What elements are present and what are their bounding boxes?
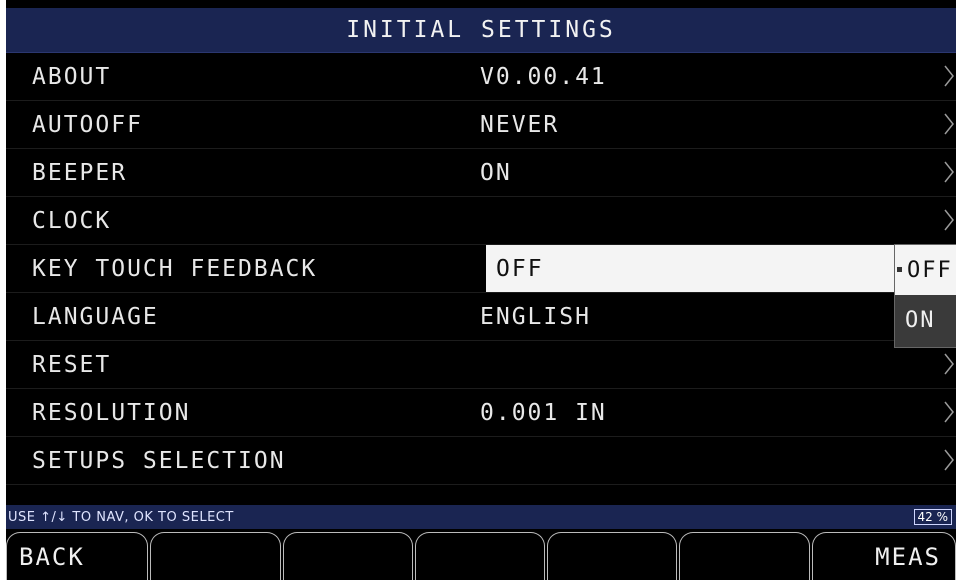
menu-item-value[interactable]: OFF (496, 256, 544, 282)
menu-item-about[interactable]: ABOUT V0.00.41 (6, 53, 956, 101)
softkey-5[interactable] (547, 532, 678, 580)
menu-item-setups-selection[interactable]: SETUPS SELECTION (6, 437, 956, 485)
softkey-3[interactable] (282, 532, 413, 580)
menu-item-beeper[interactable]: BEEPER ON (6, 149, 956, 197)
menu-item-label: AUTOOFF (32, 111, 143, 138)
dropdown-option-off[interactable]: OFF (895, 245, 956, 295)
device-screen: INITIAL SETTINGS ABOUT V0.00.41 AUTOOFF … (6, 0, 956, 580)
option-dropdown: OFF ON (894, 244, 956, 348)
menu-item-value: ENGLISH (480, 303, 591, 330)
selected-value-highlight (486, 245, 894, 292)
softkey-6[interactable] (679, 532, 810, 580)
menu-item-resolution[interactable]: RESOLUTION 0.001 IN (6, 389, 956, 437)
dropdown-option-label: ON (905, 307, 936, 333)
menu-item-reset[interactable]: RESET (6, 341, 956, 389)
back-softkey[interactable]: BACK (6, 532, 149, 580)
chevron-right-icon (944, 449, 954, 471)
meas-softkey[interactable]: MEAS (811, 532, 956, 580)
menu-item-label: SETUPS SELECTION (32, 447, 286, 474)
chevron-right-icon (944, 65, 954, 87)
menu-item-value: ON (480, 159, 512, 186)
menu-item-label: RESET (32, 351, 112, 378)
chevron-right-icon (944, 353, 954, 375)
page-title: INITIAL SETTINGS (6, 8, 956, 53)
menu-item-label: BEEPER (32, 159, 128, 186)
menu-item-clock[interactable]: CLOCK (6, 197, 956, 245)
menu-item-key-touch-feedback[interactable]: KEY TOUCH FEEDBACK OFF (6, 245, 956, 293)
menu-item-label: CLOCK (32, 207, 112, 234)
menu-item-label: KEY TOUCH FEEDBACK (32, 255, 318, 282)
menu-item-label: LANGUAGE (32, 303, 159, 330)
menu-item-autooff[interactable]: AUTOOFF NEVER (6, 101, 956, 149)
status-bar: USE ↑/↓ TO NAV, OK TO SELECT 42 % (6, 505, 956, 529)
menu-item-label: ABOUT (32, 63, 112, 90)
chevron-right-icon (944, 113, 954, 135)
menu-item-language[interactable]: LANGUAGE ENGLISH (6, 293, 956, 341)
navigation-hint: USE ↑/↓ TO NAV, OK TO SELECT (8, 509, 234, 525)
dropdown-option-label: OFF (907, 257, 953, 283)
softkey-2[interactable] (150, 532, 281, 580)
settings-menu: ABOUT V0.00.41 AUTOOFF NEVER BEEPER ON C… (6, 53, 956, 485)
softkey-4[interactable] (414, 532, 546, 580)
selected-dot-icon (897, 267, 902, 272)
chevron-right-icon (944, 401, 954, 423)
softkey-bar: BACK MEAS (6, 532, 956, 580)
menu-item-value: NEVER (480, 111, 560, 138)
menu-item-label: RESOLUTION (32, 399, 191, 426)
chevron-right-icon (944, 209, 954, 231)
dropdown-option-on[interactable]: ON (895, 295, 956, 345)
menu-item-value: 0.001 IN (480, 399, 607, 426)
menu-item-value: V0.00.41 (480, 63, 607, 90)
chevron-right-icon (944, 161, 954, 183)
battery-indicator: 42 % (913, 509, 952, 525)
